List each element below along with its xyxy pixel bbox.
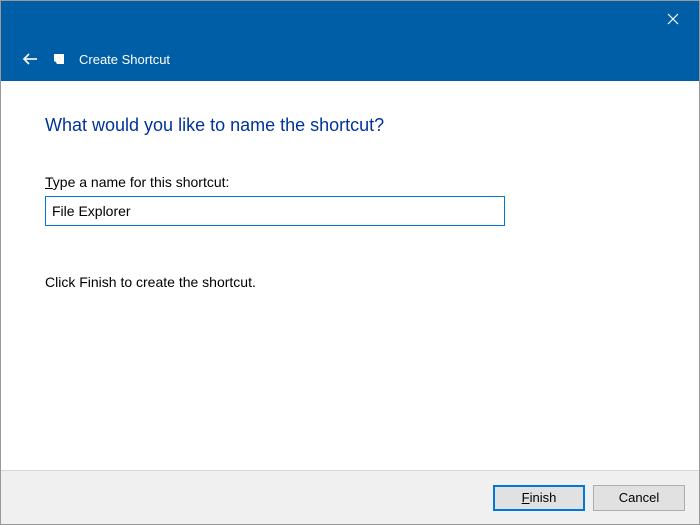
instruction-text: Click Finish to create the shortcut.	[45, 274, 655, 290]
shortcut-icon	[51, 51, 67, 67]
cancel-button[interactable]: Cancel	[593, 485, 685, 511]
titlebar	[1, 1, 699, 37]
shortcut-name-input[interactable]	[45, 196, 505, 226]
finish-button[interactable]: Finish	[493, 485, 585, 511]
close-icon[interactable]	[653, 4, 693, 34]
wizard-title: Create Shortcut	[79, 52, 170, 67]
wizard-footer: Finish Cancel	[1, 470, 699, 524]
finish-button-rest: inish	[530, 490, 557, 505]
wizard-header: Create Shortcut	[1, 37, 699, 81]
wizard-content: What would you like to name the shortcut…	[1, 81, 699, 470]
page-heading: What would you like to name the shortcut…	[45, 115, 655, 136]
back-icon[interactable]	[17, 46, 43, 72]
name-label: Type a name for this shortcut:	[45, 174, 655, 190]
